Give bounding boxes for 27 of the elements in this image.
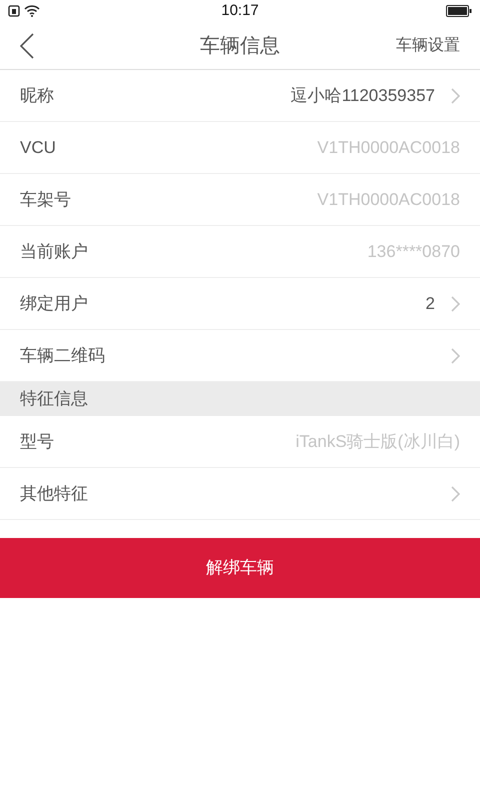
row-label: 当前账户	[20, 240, 88, 263]
wifi-icon	[24, 5, 40, 17]
battery-icon	[446, 5, 472, 17]
chevron-right-icon	[451, 296, 460, 312]
page-title: 车辆信息	[200, 34, 280, 58]
sim-card-icon	[8, 5, 20, 17]
chevron-right-icon	[451, 348, 460, 364]
row-label: 型号	[20, 430, 54, 453]
row-label: VCU	[20, 136, 56, 159]
chevron-right-icon	[451, 88, 460, 104]
row-label: 其他特征	[20, 482, 88, 505]
row-label: 昵称	[20, 84, 54, 107]
unbind-button[interactable]: 解绑车辆	[0, 538, 480, 598]
chevron-right-icon	[451, 486, 460, 502]
back-icon[interactable]	[20, 32, 36, 60]
vehicle-settings-link[interactable]: 车辆设置	[396, 34, 460, 58]
row-label: 绑定用户	[20, 292, 88, 315]
row-value: 2	[426, 292, 435, 315]
row-value: 136****0870	[367, 240, 460, 263]
row-label: 车架号	[20, 188, 71, 211]
section-header: 特征信息	[0, 382, 480, 416]
row-value: iTankS骑士版(冰川白)	[296, 430, 460, 453]
row-label: 车辆二维码	[20, 344, 105, 367]
row-value: 逗小哈1120359357	[290, 84, 435, 107]
status-time: 10:17	[221, 0, 259, 21]
row-value: V1TH0000AC0018	[317, 188, 460, 211]
row-value: V1TH0000AC0018	[317, 136, 460, 159]
